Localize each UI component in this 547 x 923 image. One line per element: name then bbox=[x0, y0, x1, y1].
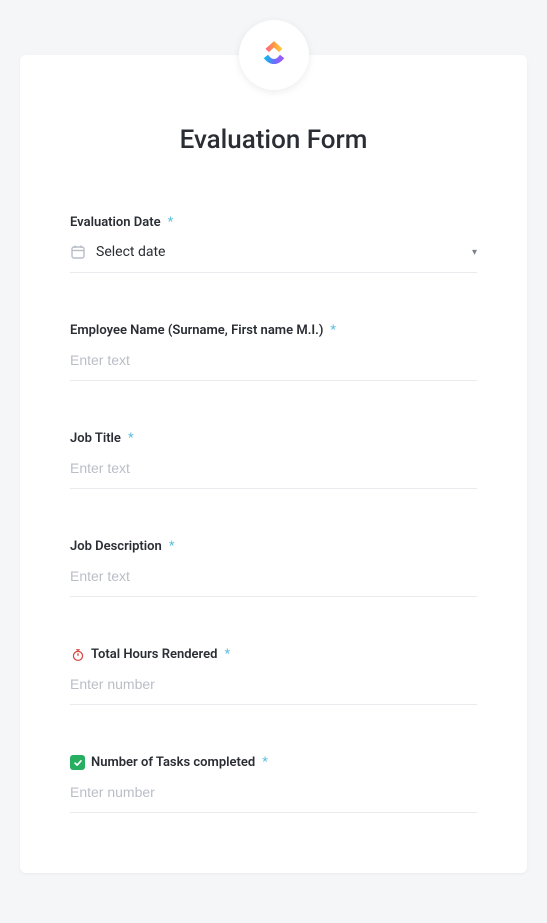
required-marker: * bbox=[169, 539, 175, 554]
field-job-description: Job Description * bbox=[70, 539, 477, 597]
label-text: Job Description bbox=[70, 539, 162, 554]
input-row bbox=[70, 568, 477, 597]
tasks-completed-input[interactable] bbox=[70, 784, 477, 800]
input-row bbox=[70, 460, 477, 489]
field-total-hours: Total Hours Rendered * bbox=[70, 647, 477, 705]
required-marker: * bbox=[128, 431, 134, 446]
label-text: Employee Name (Surname, First name M.I.) bbox=[70, 323, 323, 338]
input-row bbox=[70, 676, 477, 705]
required-marker: * bbox=[168, 215, 174, 230]
checkmark-badge-icon bbox=[70, 755, 85, 770]
field-employee-name: Employee Name (Surname, First name M.I.)… bbox=[70, 323, 477, 381]
job-title-input[interactable] bbox=[70, 460, 477, 476]
stopwatch-icon bbox=[70, 647, 85, 662]
date-placeholder: Select date bbox=[96, 244, 462, 260]
required-marker: * bbox=[224, 647, 230, 662]
logo-circle bbox=[239, 20, 309, 90]
field-label: Total Hours Rendered * bbox=[70, 647, 477, 662]
field-label: Evaluation Date * bbox=[70, 215, 477, 230]
chevron-down-icon: ▾ bbox=[472, 247, 477, 258]
field-job-title: Job Title * bbox=[70, 431, 477, 489]
total-hours-input[interactable] bbox=[70, 676, 477, 692]
label-text: Job Title bbox=[70, 431, 121, 446]
field-tasks-completed: Number of Tasks completed * bbox=[70, 755, 477, 813]
field-label: Number of Tasks completed * bbox=[70, 755, 477, 770]
date-picker[interactable]: Select date ▾ bbox=[70, 244, 477, 273]
label-text: Number of Tasks completed bbox=[91, 755, 255, 770]
field-label: Employee Name (Surname, First name M.I.)… bbox=[70, 323, 477, 338]
calendar-icon bbox=[70, 244, 86, 260]
employee-name-input[interactable] bbox=[70, 352, 477, 368]
job-description-input[interactable] bbox=[70, 568, 477, 584]
field-label: Job Description * bbox=[70, 539, 477, 554]
label-text: Total Hours Rendered bbox=[91, 647, 217, 662]
field-label: Job Title * bbox=[70, 431, 477, 446]
form-card: Evaluation Form Evaluation Date * Select … bbox=[20, 55, 527, 873]
input-row bbox=[70, 784, 477, 813]
clickup-logo-icon bbox=[257, 36, 291, 74]
field-evaluation-date: Evaluation Date * Select date ▾ bbox=[70, 215, 477, 273]
form-title: Evaluation Form bbox=[70, 125, 477, 155]
label-text: Evaluation Date bbox=[70, 215, 161, 230]
input-row bbox=[70, 352, 477, 381]
required-marker: * bbox=[330, 323, 336, 338]
required-marker: * bbox=[262, 755, 268, 770]
